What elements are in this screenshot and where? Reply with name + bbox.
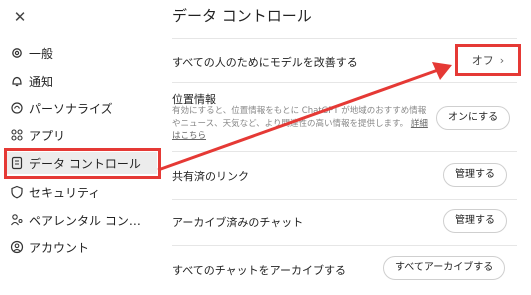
- annotation-arrow: [157, 62, 452, 172]
